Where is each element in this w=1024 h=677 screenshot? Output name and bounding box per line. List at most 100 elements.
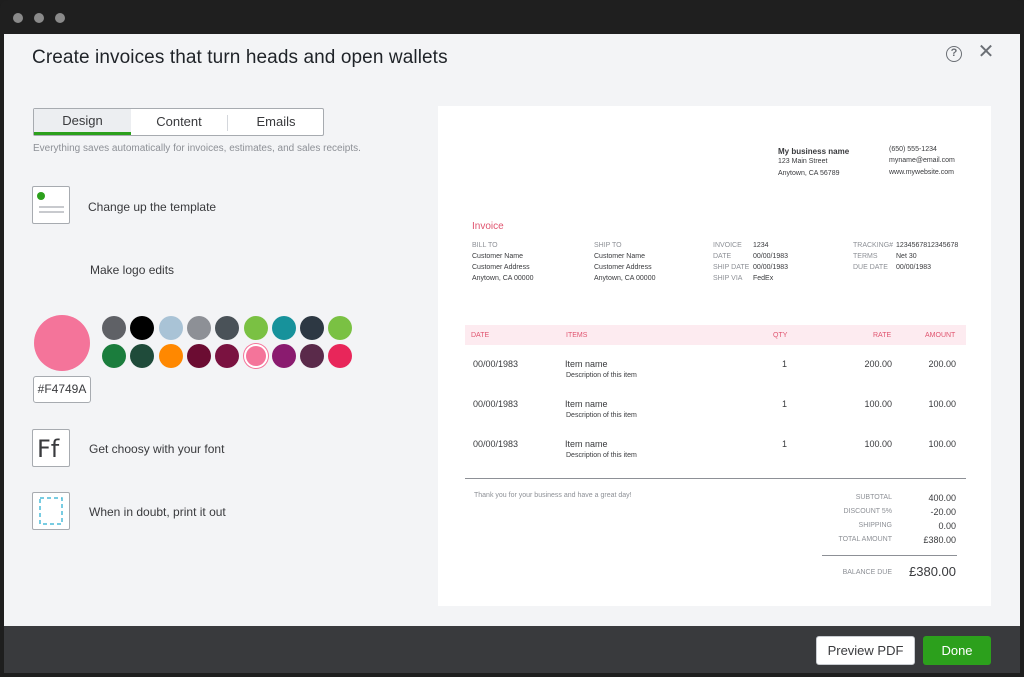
total-value: 0.00 [938, 521, 956, 531]
tab-design[interactable]: Design [34, 109, 131, 135]
window-titlebar [0, 0, 1024, 34]
done-button[interactable]: Done [923, 636, 991, 665]
total-label: DISCOUNT 5% [843, 508, 893, 515]
invoice-heading: Invoice [472, 221, 504, 232]
svg-text:Ff: Ff [37, 435, 60, 463]
meta-label: SHIP VIA [713, 275, 743, 282]
row-date: 00/00/1983 [473, 359, 519, 369]
window-close-dot[interactable] [13, 13, 23, 23]
meta-label: DATE [713, 253, 732, 260]
meta-value: 1234 [753, 242, 769, 249]
row-item-desc: Description of this item [566, 452, 637, 459]
total-value: £380.00 [923, 535, 956, 545]
row-item-name: Item name [565, 359, 608, 369]
meta-label: DUE DATE [853, 264, 888, 271]
business-website: www.mywebsite.com [889, 169, 954, 176]
color-hex-input[interactable]: #F4749A [33, 376, 91, 403]
row-qty: 1 [782, 359, 788, 369]
meta-label: TERMS [853, 253, 878, 260]
col-items: ITEMS [566, 332, 588, 339]
total-label: SUBTOTAL [855, 494, 892, 501]
business-phone: (650) 555-1234 [889, 146, 937, 153]
preview-pdf-button[interactable]: Preview PDF [816, 636, 915, 665]
ship-to-address: Customer Address [594, 264, 652, 271]
meta-label: SHIP DATE [713, 264, 750, 271]
meta-value: 00/00/1983 [896, 264, 932, 271]
color-swatch[interactable] [245, 346, 266, 366]
col-date: DATE [471, 332, 490, 339]
bill-to-name: Customer Name [472, 253, 523, 260]
row-date: 00/00/1983 [473, 439, 519, 449]
ship-to-city: Anytown, CA 00000 [594, 275, 656, 282]
color-swatch[interactable] [300, 344, 325, 368]
row-item-name: Item name [565, 399, 608, 409]
window-zoom-dot[interactable] [55, 13, 65, 23]
color-swatch[interactable] [158, 316, 183, 340]
page-title: Create invoices that turn heads and open… [32, 47, 448, 68]
row-item-name: Item name [565, 439, 608, 449]
business-address-line2: Anytown, CA 56789 [778, 170, 840, 177]
total-label: SHIPPING [858, 522, 892, 529]
business-email: myname@email.com [889, 157, 955, 164]
meta-label: TRACKING# [853, 242, 894, 249]
meta-value: Net 30 [896, 253, 917, 260]
dialog-footer: Preview PDF Done [4, 626, 1020, 673]
row-amount: 100.00 [928, 399, 956, 409]
balance-due-value: £380.00 [909, 564, 956, 579]
tab-content[interactable]: Content [131, 109, 227, 135]
thank-you-note: Thank you for your business and have a g… [474, 492, 632, 499]
color-swatch[interactable] [186, 316, 211, 340]
ship-to-name: Customer Name [594, 253, 645, 260]
bill-to-address: Customer Address [472, 264, 530, 271]
row-amount: 100.00 [928, 439, 956, 449]
totals-divider [822, 555, 957, 556]
row-qty: 1 [782, 399, 788, 409]
row-amount: 200.00 [928, 359, 956, 369]
print-margins-icon[interactable] [32, 492, 70, 530]
col-amount: AMOUNT [925, 332, 956, 339]
color-swatch[interactable] [102, 344, 126, 368]
balance-due-label: BALANCE DUE [842, 569, 892, 576]
color-swatch[interactable] [328, 344, 353, 368]
choose-font-link[interactable]: Get choosy with your font [89, 442, 224, 456]
app-frame: Create invoices that turn heads and open… [0, 0, 1024, 677]
window-minimize-dot[interactable] [34, 13, 44, 23]
business-address-line1: 123 Main Street [778, 158, 828, 165]
color-swatch[interactable] [243, 316, 268, 340]
meta-value: 00/00/1983 [753, 253, 789, 260]
color-swatch[interactable] [130, 316, 155, 340]
close-icon[interactable]: ✕ [976, 42, 996, 62]
business-name: My business name [778, 147, 850, 156]
template-icon[interactable] [32, 186, 70, 224]
row-item-desc: Description of this item [566, 372, 637, 379]
color-swatch[interactable] [158, 344, 183, 368]
tab-emails[interactable]: Emails [228, 109, 324, 135]
meta-value: 00/00/1983 [753, 264, 789, 271]
font-icon[interactable]: Ff [32, 429, 70, 467]
autosave-note: Everything saves automatically for invoi… [33, 143, 361, 154]
help-icon[interactable]: ? [946, 46, 962, 62]
row-date: 00/00/1983 [473, 399, 519, 409]
color-swatch[interactable] [186, 344, 211, 368]
color-swatch[interactable] [215, 316, 240, 340]
total-value: -20.00 [930, 507, 956, 517]
meta-value: 1234567812345678 [896, 242, 959, 249]
bill-to-label: BILL TO [472, 242, 498, 249]
bill-to-city: Anytown, CA 00000 [472, 275, 534, 282]
color-swatch[interactable] [102, 316, 126, 340]
color-swatch[interactable] [130, 344, 155, 368]
total-label: TOTAL AMOUNT [838, 536, 892, 543]
invoice-designer-dialog: Create invoices that turn heads and open… [4, 34, 1020, 626]
col-qty: QTY [773, 332, 788, 339]
color-swatch[interactable] [215, 344, 240, 368]
row-rate: 100.00 [864, 399, 892, 409]
change-template-link[interactable]: Change up the template [88, 200, 216, 214]
meta-value: FedEx [753, 275, 774, 282]
color-swatch[interactable] [328, 316, 353, 340]
color-swatch[interactable] [271, 316, 296, 340]
logo-edits-link[interactable]: Make logo edits [90, 263, 174, 277]
print-options-link[interactable]: When in doubt, print it out [89, 505, 226, 519]
color-swatch[interactable] [300, 316, 325, 340]
ship-to-label: SHIP TO [594, 242, 622, 249]
color-swatch[interactable] [271, 344, 296, 368]
